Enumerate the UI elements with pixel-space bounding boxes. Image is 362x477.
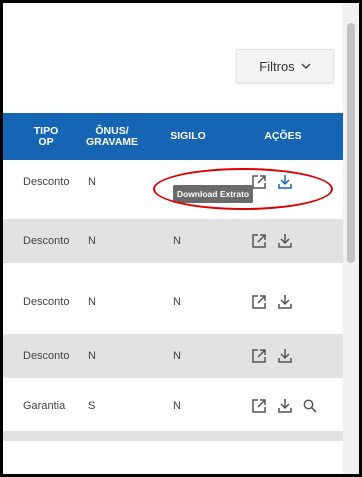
row-actions bbox=[251, 280, 293, 324]
toolbar-area: Filtros bbox=[3, 3, 343, 113]
cell-onus: N bbox=[88, 176, 96, 188]
row-actions bbox=[251, 384, 317, 428]
row-actions bbox=[251, 334, 293, 378]
header-onus-gravame: ÔNUS/ GRAVAME bbox=[85, 124, 139, 148]
header-acoes: AÇÕES bbox=[264, 130, 302, 142]
download-icon[interactable] bbox=[277, 398, 293, 414]
row-actions bbox=[251, 219, 293, 263]
row-actions bbox=[251, 160, 293, 204]
cell-tipo: Desconto bbox=[23, 296, 70, 308]
next-row-strip bbox=[3, 431, 343, 441]
table-row: Desconto N N bbox=[3, 334, 343, 378]
download-icon[interactable] bbox=[277, 233, 293, 249]
cell-onus: N bbox=[88, 350, 96, 362]
cell-sigilo: N bbox=[173, 235, 181, 247]
filter-button-label: Filtros bbox=[259, 58, 295, 74]
table-header: TIPO OP ÔNUS/ GRAVAME SIGILO AÇÕES bbox=[3, 113, 343, 160]
cell-tipo: Desconto bbox=[23, 176, 70, 188]
content-area: Filtros TIPO OP ÔNUS/ GRAVAME SIGILO AÇÕ… bbox=[3, 3, 343, 474]
table-row: Desconto N N bbox=[3, 219, 343, 263]
cell-tipo: Desconto bbox=[23, 350, 70, 362]
cell-tipo: Desconto bbox=[23, 235, 70, 247]
table-row: Desconto N N bbox=[3, 280, 343, 324]
download-icon[interactable] bbox=[277, 348, 293, 364]
external-link-icon[interactable] bbox=[251, 174, 267, 190]
cell-onus: N bbox=[88, 235, 96, 247]
filter-button[interactable]: Filtros bbox=[236, 49, 334, 83]
scrollbar-thumb[interactable] bbox=[347, 23, 355, 263]
table-row: Garantia S N bbox=[3, 384, 343, 428]
external-link-icon[interactable] bbox=[251, 233, 267, 249]
header-sigilo: SIGILO bbox=[170, 130, 206, 142]
cell-tipo: Garantia bbox=[23, 400, 66, 412]
cell-onus: S bbox=[88, 400, 96, 412]
cell-onus: N bbox=[88, 296, 96, 308]
cell-sigilo: N bbox=[173, 350, 181, 362]
download-icon[interactable] bbox=[277, 294, 293, 310]
cell-sigilo: N bbox=[173, 400, 181, 412]
screenshot-frame: Filtros TIPO OP ÔNUS/ GRAVAME SIGILO AÇÕ… bbox=[3, 3, 359, 474]
cell-sigilo: N bbox=[173, 296, 181, 308]
chevron-down-icon bbox=[301, 63, 311, 70]
download-icon[interactable] bbox=[277, 174, 293, 190]
search-icon[interactable] bbox=[303, 399, 317, 413]
external-link-icon[interactable] bbox=[251, 398, 267, 414]
external-link-icon[interactable] bbox=[251, 348, 267, 364]
download-tooltip: Download Extrato bbox=[173, 185, 253, 203]
header-tipo-op: TIPO OP bbox=[33, 124, 59, 148]
external-link-icon[interactable] bbox=[251, 294, 267, 310]
